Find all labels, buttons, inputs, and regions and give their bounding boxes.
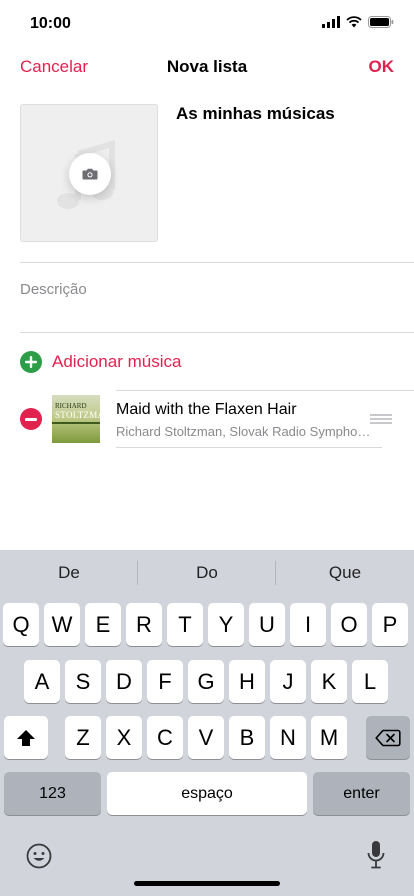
remove-song-button[interactable]: [20, 408, 42, 430]
suggestion-item[interactable]: Que: [276, 550, 414, 596]
playlist-artwork[interactable]: [20, 104, 158, 242]
suggestion-item[interactable]: Do: [138, 550, 276, 596]
key-c[interactable]: C: [147, 716, 183, 759]
microphone-icon[interactable]: [366, 840, 386, 870]
song-title: Maid with the Flaxen Hair: [116, 401, 297, 418]
key-m[interactable]: M: [311, 716, 347, 759]
shift-arrow-icon: [17, 729, 35, 746]
key-j[interactable]: J: [270, 660, 306, 703]
space-key[interactable]: espaço: [107, 772, 307, 815]
divider: [20, 262, 414, 263]
keyboard: De Do Que Q W E R T Y U I O P A S D F G …: [0, 550, 414, 896]
list-item[interactable]: RICHARD STOLTZMAN Maid with the Flaxen H…: [20, 390, 414, 448]
home-indicator: [134, 881, 280, 886]
key-u[interactable]: U: [249, 603, 285, 646]
key-i[interactable]: I: [290, 603, 326, 646]
wifi-icon: [346, 16, 362, 28]
key-n[interactable]: N: [270, 716, 306, 759]
key-e[interactable]: E: [85, 603, 121, 646]
ok-button[interactable]: OK: [369, 57, 395, 77]
delete-key[interactable]: [366, 716, 410, 759]
key-k[interactable]: K: [311, 660, 347, 703]
key-h[interactable]: H: [229, 660, 265, 703]
status-icons: [322, 16, 394, 28]
status-bar: 10:00: [0, 0, 414, 48]
description-field[interactable]: Descrição: [20, 281, 87, 298]
key-r[interactable]: R: [126, 603, 162, 646]
album-art-text: RICHARD: [55, 402, 87, 410]
key-o[interactable]: O: [331, 603, 367, 646]
key-s[interactable]: S: [65, 660, 101, 703]
page-title: Nova lista: [166, 57, 248, 76]
key-b[interactable]: B: [229, 716, 265, 759]
key-d[interactable]: D: [106, 660, 142, 703]
key-f[interactable]: F: [147, 660, 183, 703]
song-artist: Richard Stoltzman, Slovak Radio Symphony…: [116, 424, 372, 439]
album-art-text: STOLTZMAN: [55, 410, 100, 420]
signal-icon: [322, 16, 340, 28]
key-y[interactable]: Y: [208, 603, 244, 646]
suggestion-item[interactable]: De: [0, 550, 138, 596]
divider: [116, 447, 382, 448]
key-z[interactable]: Z: [65, 716, 101, 759]
key-w[interactable]: W: [44, 603, 80, 646]
key-g[interactable]: G: [188, 660, 224, 703]
status-time: 10:00: [30, 15, 71, 32]
album-art: RICHARD STOLTZMAN: [52, 395, 100, 443]
key-v[interactable]: V: [188, 716, 224, 759]
playlist-name-field[interactable]: As minhas músicas: [176, 104, 335, 124]
camera-icon: [82, 168, 98, 180]
add-song-button[interactable]: Adicionar música: [20, 351, 181, 373]
key-a[interactable]: A: [24, 660, 60, 703]
enter-key[interactable]: enter: [313, 772, 410, 815]
camera-button[interactable]: [69, 153, 111, 195]
key-t[interactable]: T: [167, 603, 203, 646]
divider: [20, 332, 414, 333]
key-l[interactable]: L: [352, 660, 388, 703]
key-x[interactable]: X: [106, 716, 142, 759]
add-song-label: Adicionar música: [52, 352, 182, 371]
emoji-icon[interactable]: [26, 843, 52, 869]
numbers-key[interactable]: 123: [4, 772, 101, 815]
key-q[interactable]: Q: [3, 603, 39, 646]
nav-bar: Cancelar Nova lista OK: [0, 48, 414, 86]
shift-key[interactable]: [4, 716, 48, 759]
battery-icon: [368, 16, 394, 28]
backspace-icon: [375, 729, 401, 746]
plus-circle-icon: [20, 351, 42, 373]
suggestion-bar: De Do Que: [0, 550, 414, 596]
reorder-handle-icon[interactable]: [370, 414, 392, 424]
album-art-stripe: [52, 422, 100, 424]
key-p[interactable]: P: [372, 603, 408, 646]
